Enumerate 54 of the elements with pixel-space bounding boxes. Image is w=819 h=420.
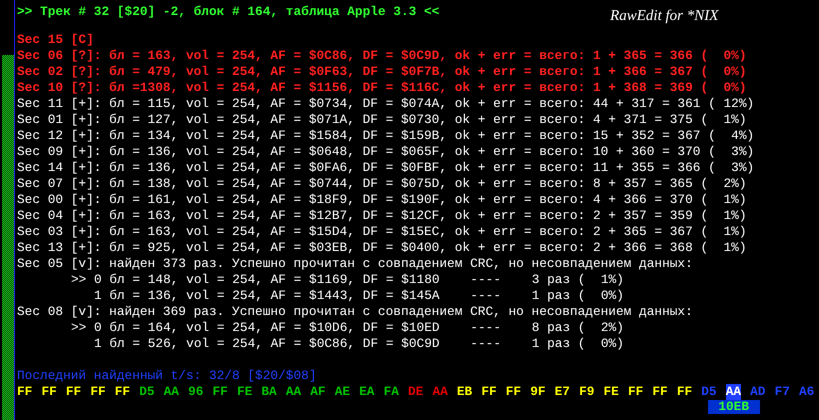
hex-byte[interactable]: EB	[456, 384, 472, 400]
sector-line: Sec 06 [?]: бл = 163, vol = 254, AF = $0C86, DF = $0C9D, ok + err = всего: 1 + 365 = 366 ( 0%)	[17, 48, 747, 64]
hex-byte[interactable]: FF	[212, 384, 228, 400]
sector-line: Sec 07 [+]: бл = 138, vol = 254, AF = $0744, DF = $075D, ok + err = всего: 8 + 357 = 365 ( 2%)	[17, 176, 747, 192]
sector-line: Sec 08 [v]: найден 369 раз. Успешно прочитан с совпадением CRC, но несовпадением данных:	[17, 304, 693, 320]
sector-line: Sec 05 [v]: найден 373 раз. Успешно прочитан с совпадением CRC, но несовпадением данных:	[17, 256, 693, 272]
hex-byte[interactable]: AA	[432, 384, 448, 400]
sector-line: Sec 00 [+]: бл = 161, vol = 254, AF = $18F9, DF = $190F, ok + err = всего: 4 + 366 = 370 ( 1%)	[17, 192, 747, 208]
pointer-marker: >>	[71, 320, 88, 336]
sector-line: Sec 10 [?]: бл =1308, vol = 254, AF = $1156, DF = $116C, ok + err = всего: 1 + 368 = 369 ( 0%)	[17, 80, 747, 96]
status-line: Последний найденный t/s: 32/8 [$20/$08]	[17, 368, 316, 384]
hex-byte[interactable]: DE	[408, 384, 424, 400]
sector-line: Sec 13 [+]: бл = 925, vol = 254, AF = $03EB, DF = $0400, ok + err = всего: 2 + 366 = 368 ( 1%)	[17, 240, 747, 256]
app-name: RawEdit for *NIX	[610, 8, 718, 24]
hex-byte[interactable]: FF	[41, 384, 57, 400]
sector-line: Sec 02 [?]: бл = 479, vol = 254, AF = $0F63, DF = $0F7B, ok + err = всего: 1 + 366 = 367 ( 0%)	[17, 64, 747, 80]
hex-byte[interactable]: FF	[481, 384, 497, 400]
sector-line: Sec 15 [C]	[17, 32, 94, 48]
hex-byte[interactable]: FF	[676, 384, 692, 400]
sector-line: Sec 01 [+]: бл = 127, vol = 254, AF = $071A, DF = $0730, ok + err = всего: 4 + 371 = 375 ( 1%)	[17, 112, 747, 128]
hex-byte[interactable]: 96	[188, 384, 204, 400]
hex-byte[interactable]: FE	[604, 384, 619, 400]
hex-byte[interactable]: FF	[652, 384, 668, 400]
sector-line: Sec 14 [+]: бл = 136, vol = 254, AF = $0FA6, DF = $0FBF, ok + err = всего: 11 + 355 = 366 ( 3%)	[17, 160, 754, 176]
sector-line: Sec 11 [+]: бл = 115, vol = 254, AF = $0734, DF = $074A, ok + err = всего: 44 + 317 = 361 ( 12%)	[17, 96, 754, 112]
hex-byte[interactable]: FA	[384, 384, 399, 400]
hex-byte[interactable]: 9F	[530, 384, 546, 400]
hex-byte[interactable]: AE	[334, 384, 350, 400]
hex-byte[interactable]: FF	[114, 384, 130, 400]
hex-byte[interactable]: AF	[310, 384, 326, 400]
hex-byte[interactable]: BA	[261, 384, 277, 400]
hex-byte[interactable]: E7	[554, 384, 570, 400]
hex-byte[interactable]: FE	[236, 384, 252, 400]
sector-line: Sec 12 [+]: бл = 134, vol = 254, AF = $1584, DF = $159B, ok + err = всего: 15 + 352 = 367 ( 4%)	[17, 128, 754, 144]
variant-line: 1 бл = 136, vol = 254, AF = $1443, DF = $145A ---- 1 раз ( 0%)	[94, 288, 624, 304]
hex-byte[interactable]: AA	[286, 384, 302, 400]
sector-line: Sec 03 [+]: бл = 163, vol = 254, AF = $15D4, DF = $15EC, ok + err = всего: 2 + 365 = 367 ( 1%)	[17, 224, 747, 240]
offset-badge: 10EB	[708, 400, 760, 414]
hex-byte[interactable]: AA	[164, 384, 179, 400]
hex-byte[interactable]: FF	[628, 384, 644, 400]
hex-byte[interactable]: EA	[359, 384, 374, 400]
variant-line: 0 бл = 148, vol = 254, AF = $1169, DF = $1180 ---- 3 раз ( 1%)	[94, 272, 624, 288]
track-header: >> Трек # 32 [$20] -2, блок # 164, таблица Apple 3.3 <<	[17, 4, 440, 20]
hex-byte[interactable]: FF	[90, 384, 106, 400]
variant-line: 0 бл = 164, vol = 254, AF = $10D6, DF = $10ED ---- 8 раз ( 2%)	[94, 320, 624, 336]
variant-line: 1 бл = 526, vol = 254, AF = $0C86, DF = $0C9D ---- 1 раз ( 0%)	[94, 336, 624, 352]
sector-line: Sec 04 [+]: бл = 163, vol = 254, AF = $12B7, DF = $12CF, ok + err = всего: 2 + 357 = 359 ( 1%)	[17, 208, 747, 224]
hex-byte[interactable]: D5	[139, 384, 155, 400]
hex-byte[interactable]: F9	[579, 384, 594, 400]
sector-line: Sec 09 [+]: бл = 136, vol = 254, AF = $0648, DF = $065F, ok + err = всего: 10 + 360 = 370 ( 3%)	[17, 144, 754, 160]
pointer-marker: >>	[71, 272, 88, 288]
hex-byte[interactable]: FF	[66, 384, 82, 400]
hex-byte[interactable]: FF	[506, 384, 522, 400]
hex-byte[interactable]: FF	[17, 384, 32, 400]
